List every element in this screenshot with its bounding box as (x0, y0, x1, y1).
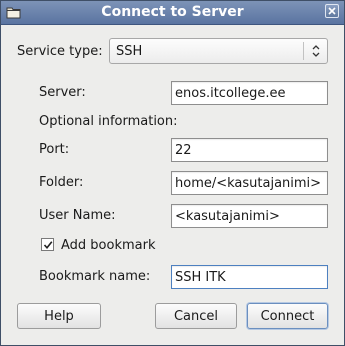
up-down-arrows-icon (311, 44, 321, 58)
cancel-button[interactable]: Cancel (155, 303, 237, 329)
server-label: Server: (39, 85, 86, 100)
service-type-value: SSH (116, 44, 143, 59)
optional-information-heading: Optional information: (39, 114, 178, 129)
port-label: Port: (39, 142, 70, 157)
server-input[interactable] (171, 81, 328, 105)
title-bar[interactable]: Connect to Server (1, 1, 344, 25)
add-bookmark-label[interactable]: Add bookmark (61, 238, 156, 253)
folder-label: Folder: (39, 175, 84, 190)
add-bookmark-checkbox[interactable] (41, 238, 54, 251)
service-type-select[interactable]: SSH (109, 38, 328, 64)
combo-divider (303, 42, 304, 60)
help-button[interactable]: Help (17, 303, 101, 329)
user-name-input[interactable] (171, 204, 328, 228)
connect-to-server-dialog: Connect to Server Service type: SSH Serv… (0, 0, 345, 346)
connect-button[interactable]: Connect (247, 303, 328, 329)
bookmark-name-input[interactable] (171, 265, 328, 289)
checkmark-icon (43, 241, 53, 250)
folder-input[interactable] (171, 171, 328, 195)
port-input[interactable] (171, 138, 328, 162)
window-title: Connect to Server (101, 4, 244, 20)
user-name-label: User Name: (39, 208, 116, 223)
service-type-label: Service type: (17, 44, 103, 59)
bookmark-name-label: Bookmark name: (39, 269, 151, 284)
close-icon[interactable] (325, 4, 339, 18)
